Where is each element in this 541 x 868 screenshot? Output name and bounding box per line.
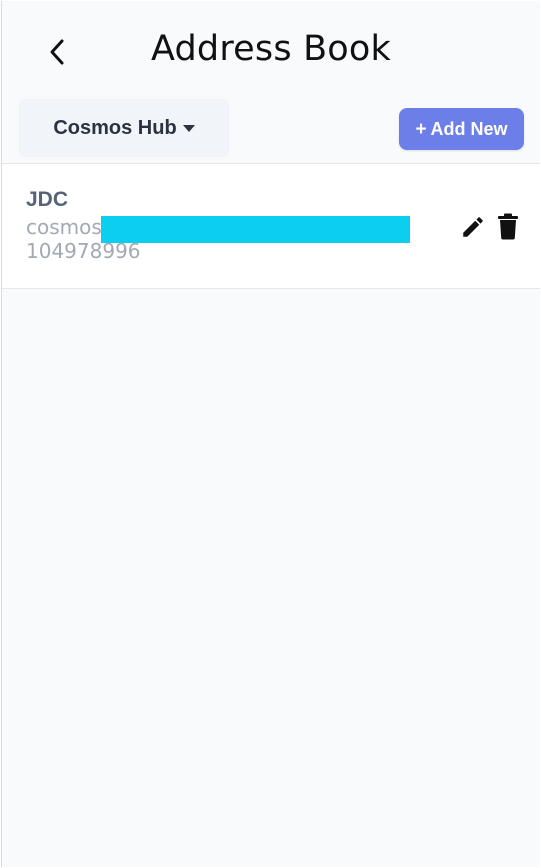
contact-address-prefix: cosmos [26,215,102,239]
chain-selector[interactable]: Cosmos Hub [19,99,229,157]
page-title: Address Book [150,29,392,69]
add-new-label: Add New [430,118,508,139]
delete-contact-button[interactable] [497,213,519,240]
edit-contact-button[interactable] [460,214,486,240]
contact-name: JDC [26,188,69,211]
toolbar: Cosmos Hub + Add New [2,97,540,163]
address-book-screen: Address Book Cosmos Hub + Add New JDC co… [1,1,540,867]
contact-address-suffix: 104978996 [26,239,141,263]
redaction-bar [101,216,410,243]
contact-row[interactable]: JDC cosmos 104978996 [2,163,540,289]
trash-icon [498,213,518,240]
plus-icon: + [415,118,427,140]
add-new-button[interactable]: + Add New [399,108,524,150]
chain-selector-label: Cosmos Hub [53,116,177,139]
caret-down-icon [182,124,195,132]
header: Address Book [2,1,540,97]
pencil-icon [463,217,483,237]
